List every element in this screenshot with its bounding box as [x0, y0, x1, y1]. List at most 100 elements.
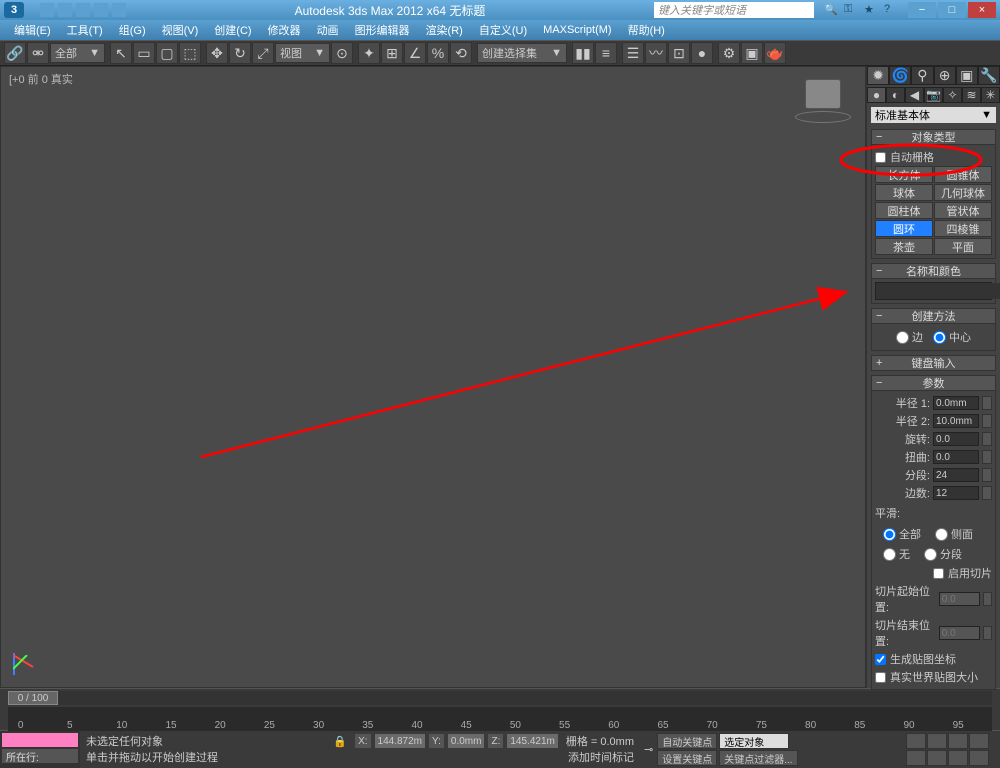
select-icon[interactable]: ↖	[110, 42, 132, 64]
search-icon[interactable]: 🔍	[824, 3, 838, 17]
realworld-checkbox[interactable]	[875, 672, 886, 683]
obj-cylinder[interactable]: 圆柱体	[875, 202, 933, 219]
menu-maxscript[interactable]: MAXScript(M)	[537, 24, 617, 36]
menu-graph[interactable]: 图形编辑器	[349, 22, 416, 38]
radio-center[interactable]: 中心	[933, 329, 971, 345]
obj-pyramid[interactable]: 四棱锥	[934, 220, 992, 237]
autokey-button[interactable]: 自动关键点	[657, 733, 717, 749]
rollout-head[interactable]: 参数	[871, 375, 996, 391]
qat-btn[interactable]	[94, 3, 108, 17]
obj-box[interactable]: 长方体	[875, 166, 933, 183]
rollout-head[interactable]: 创建方法	[871, 308, 996, 324]
menu-modifiers[interactable]: 修改器	[262, 22, 307, 38]
y-input[interactable]: 0.0mm	[448, 734, 485, 748]
rollout-head[interactable]: 名称和颜色	[871, 263, 996, 279]
nav-fov-icon[interactable]	[969, 733, 989, 749]
radio-edge[interactable]: 边	[896, 329, 923, 345]
keyfilters-button[interactable]: 关键点过滤器...	[719, 750, 797, 766]
obj-teapot[interactable]: 茶壶	[875, 238, 933, 255]
autogrid-checkbox[interactable]	[875, 152, 886, 163]
tab-utilities[interactable]: 🔧	[978, 66, 1000, 85]
qat-btn[interactable]	[40, 3, 54, 17]
curve-editor-icon[interactable]: 〰	[645, 42, 667, 64]
minimize-button[interactable]: −	[908, 2, 936, 18]
subtab-cameras[interactable]: 📷	[924, 87, 943, 103]
spin-icon[interactable]	[982, 396, 992, 410]
radius1-spinner[interactable]: 0.0mm	[933, 396, 979, 410]
time-slider[interactable]: 0 / 100	[8, 691, 992, 705]
pivot-icon[interactable]: ⊙	[331, 42, 353, 64]
nav-pan-icon[interactable]	[906, 733, 926, 749]
tab-create[interactable]: ✹	[867, 66, 889, 85]
spin-icon[interactable]	[982, 414, 992, 428]
menu-animation[interactable]: 动画	[311, 22, 345, 38]
select-region-icon[interactable]: ▢	[156, 42, 178, 64]
render-icon[interactable]: 🫖	[764, 42, 786, 64]
rollout-head[interactable]: 对象类型	[871, 129, 996, 145]
menu-tools[interactable]: 工具(T)	[61, 22, 109, 38]
qat-btn[interactable]	[76, 3, 90, 17]
obj-sphere[interactable]: 球体	[875, 184, 933, 201]
menu-create[interactable]: 创建(C)	[208, 22, 257, 38]
help-search[interactable]: 键入关键字或短语	[654, 2, 814, 18]
selection-filter[interactable]: 全部▼	[50, 43, 105, 63]
z-input[interactable]: 145.421m	[507, 734, 557, 748]
radio-all[interactable]: 全部	[883, 526, 921, 542]
move-icon[interactable]: ✥	[206, 42, 228, 64]
layers-icon[interactable]: ☰	[622, 42, 644, 64]
ref-coord[interactable]: 视图▼	[275, 43, 330, 63]
radio-segs[interactable]: 分段	[924, 546, 962, 562]
subtab-systems[interactable]: ✳	[981, 87, 1000, 103]
script-indicator[interactable]	[2, 733, 78, 747]
align-icon[interactable]: ≡	[595, 42, 617, 64]
tab-display[interactable]: ▣	[956, 66, 978, 85]
radio-sides[interactable]: 侧面	[935, 526, 973, 542]
link-icon[interactable]: 🔗	[4, 42, 26, 64]
key-filter-sel[interactable]: 选定对象	[719, 733, 789, 749]
snap-icon[interactable]: ⊞	[381, 42, 403, 64]
genmap-checkbox[interactable]	[875, 654, 886, 665]
percent-snap-icon[interactable]: %	[427, 42, 449, 64]
qat-btn[interactable]	[58, 3, 72, 17]
angle-snap-icon[interactable]: ∠	[404, 42, 426, 64]
nav-zoomall-icon[interactable]	[948, 733, 968, 749]
unlink-icon[interactable]: ⚮	[27, 42, 49, 64]
nav-orbit-icon[interactable]	[927, 750, 947, 766]
viewport[interactable]: [+0 前 0 真实	[0, 66, 866, 688]
object-name-input[interactable]	[876, 283, 1000, 299]
spin-icon[interactable]	[982, 450, 992, 464]
render-frame-icon[interactable]: ▣	[741, 42, 763, 64]
help-icon[interactable]: ?	[884, 3, 898, 17]
schematic-icon[interactable]: ⊡	[668, 42, 690, 64]
menu-help[interactable]: 帮助(H)	[622, 22, 671, 38]
tab-modify[interactable]: 🌀	[889, 66, 911, 85]
radius2-spinner[interactable]: 10.0mm	[933, 414, 979, 428]
render-setup-icon[interactable]: ⚙	[718, 42, 740, 64]
named-selset[interactable]: 创建选择集▼	[477, 43, 567, 63]
twist-spinner[interactable]: 0.0	[933, 450, 979, 464]
viewport-label[interactable]: [+0 前 0 真实	[9, 71, 73, 87]
manip-icon[interactable]: ✦	[358, 42, 380, 64]
x-input[interactable]: 144.872m	[375, 734, 425, 748]
qat-btn[interactable]	[112, 3, 126, 17]
subtab-geometry[interactable]: ●	[867, 87, 886, 103]
time-ruler[interactable]: 05101520253035404550556065707580859095	[8, 707, 992, 731]
obj-geosphere[interactable]: 几何球体	[934, 184, 992, 201]
viewcube-ring[interactable]	[795, 111, 851, 123]
spin-icon[interactable]	[982, 468, 992, 482]
tab-motion[interactable]: ⊕	[934, 66, 956, 85]
nav-zoomext-icon[interactable]	[906, 750, 926, 766]
spinner-snap-icon[interactable]: ⟲	[450, 42, 472, 64]
scale-icon[interactable]: ⤢	[252, 42, 274, 64]
menu-edit[interactable]: 编辑(E)	[8, 22, 57, 38]
key-icon[interactable]: ⊸	[644, 743, 653, 756]
time-slider-thumb[interactable]: 0 / 100	[8, 691, 58, 705]
viewcube[interactable]	[805, 79, 841, 109]
sides-spinner[interactable]: 12	[933, 486, 979, 500]
tab-hierarchy[interactable]: ⚲	[911, 66, 933, 85]
obj-tube[interactable]: 管状体	[934, 202, 992, 219]
close-button[interactable]: ×	[968, 2, 996, 18]
nav-maxtoggle-icon[interactable]	[948, 750, 968, 766]
add-time-tag[interactable]: 添加时间标记	[568, 749, 634, 765]
app-logo[interactable]: 3	[4, 2, 24, 18]
